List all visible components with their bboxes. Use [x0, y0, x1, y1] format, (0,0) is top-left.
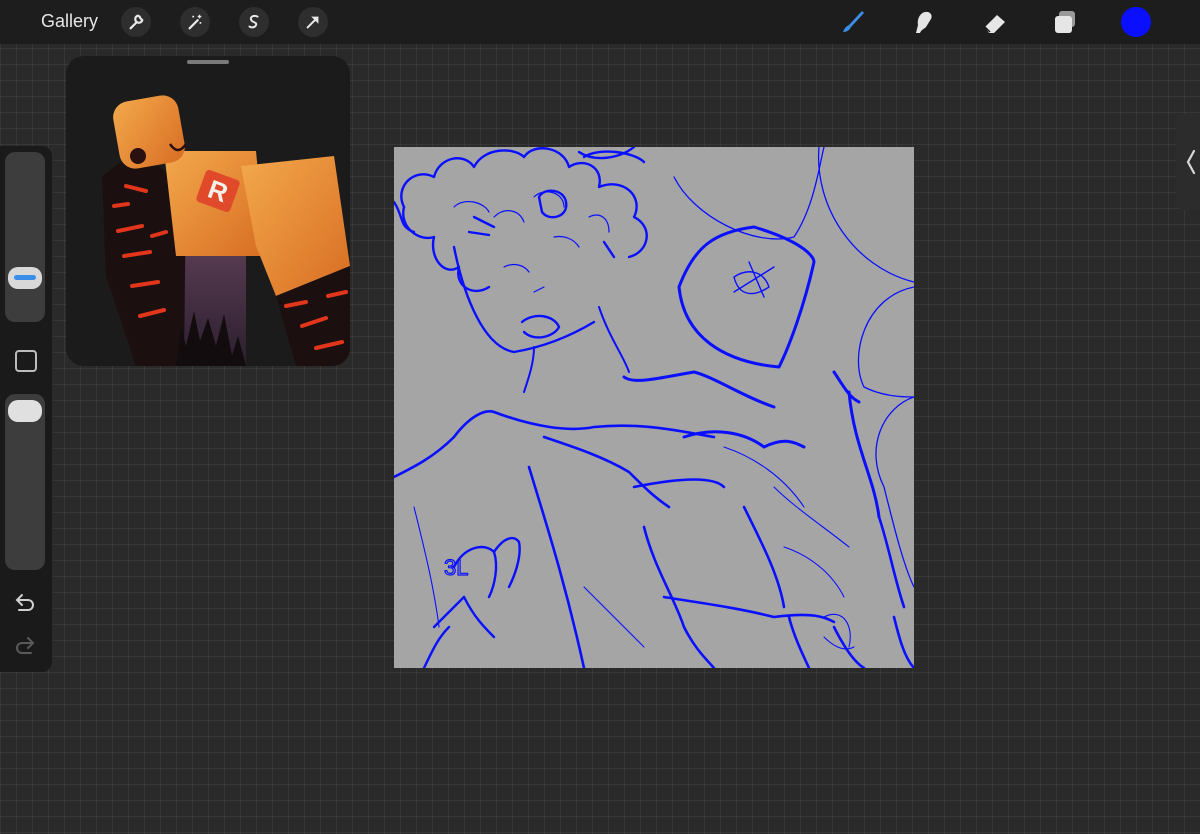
brush-icon[interactable]	[836, 6, 868, 38]
eraser-icon[interactable]	[979, 6, 1011, 38]
color-picker-button[interactable]	[1121, 7, 1151, 37]
modify-square-button[interactable]	[15, 350, 37, 372]
undo-icon[interactable]	[13, 592, 37, 614]
selection-s-icon[interactable]	[239, 7, 269, 37]
reference-image: R	[102, 95, 350, 366]
smudge-icon[interactable]	[907, 6, 939, 38]
magic-wand-icon[interactable]	[180, 7, 210, 37]
drawing-canvas[interactable]: 3L	[394, 147, 914, 668]
transform-arrow-icon[interactable]	[298, 7, 328, 37]
sketch-lines: 3L	[394, 147, 914, 668]
redo-icon[interactable]	[13, 635, 37, 657]
wrench-icon[interactable]	[121, 7, 151, 37]
opacity-slider[interactable]	[5, 394, 45, 570]
opacity-thumb[interactable]	[8, 400, 42, 422]
brush-size-slider[interactable]	[5, 152, 45, 322]
top-toolbar: Gallery	[0, 0, 1200, 44]
left-sidebar	[0, 146, 52, 672]
reference-drag-handle[interactable]	[187, 60, 229, 64]
gallery-button[interactable]: Gallery	[41, 11, 98, 32]
right-panel-toggle[interactable]	[1176, 114, 1200, 210]
reference-window[interactable]: R	[66, 56, 350, 366]
chevron-left-icon	[1186, 149, 1196, 175]
brush-size-thumb[interactable]	[8, 267, 42, 289]
layers-icon[interactable]	[1049, 6, 1081, 38]
sketch-text: 3L	[444, 555, 468, 580]
